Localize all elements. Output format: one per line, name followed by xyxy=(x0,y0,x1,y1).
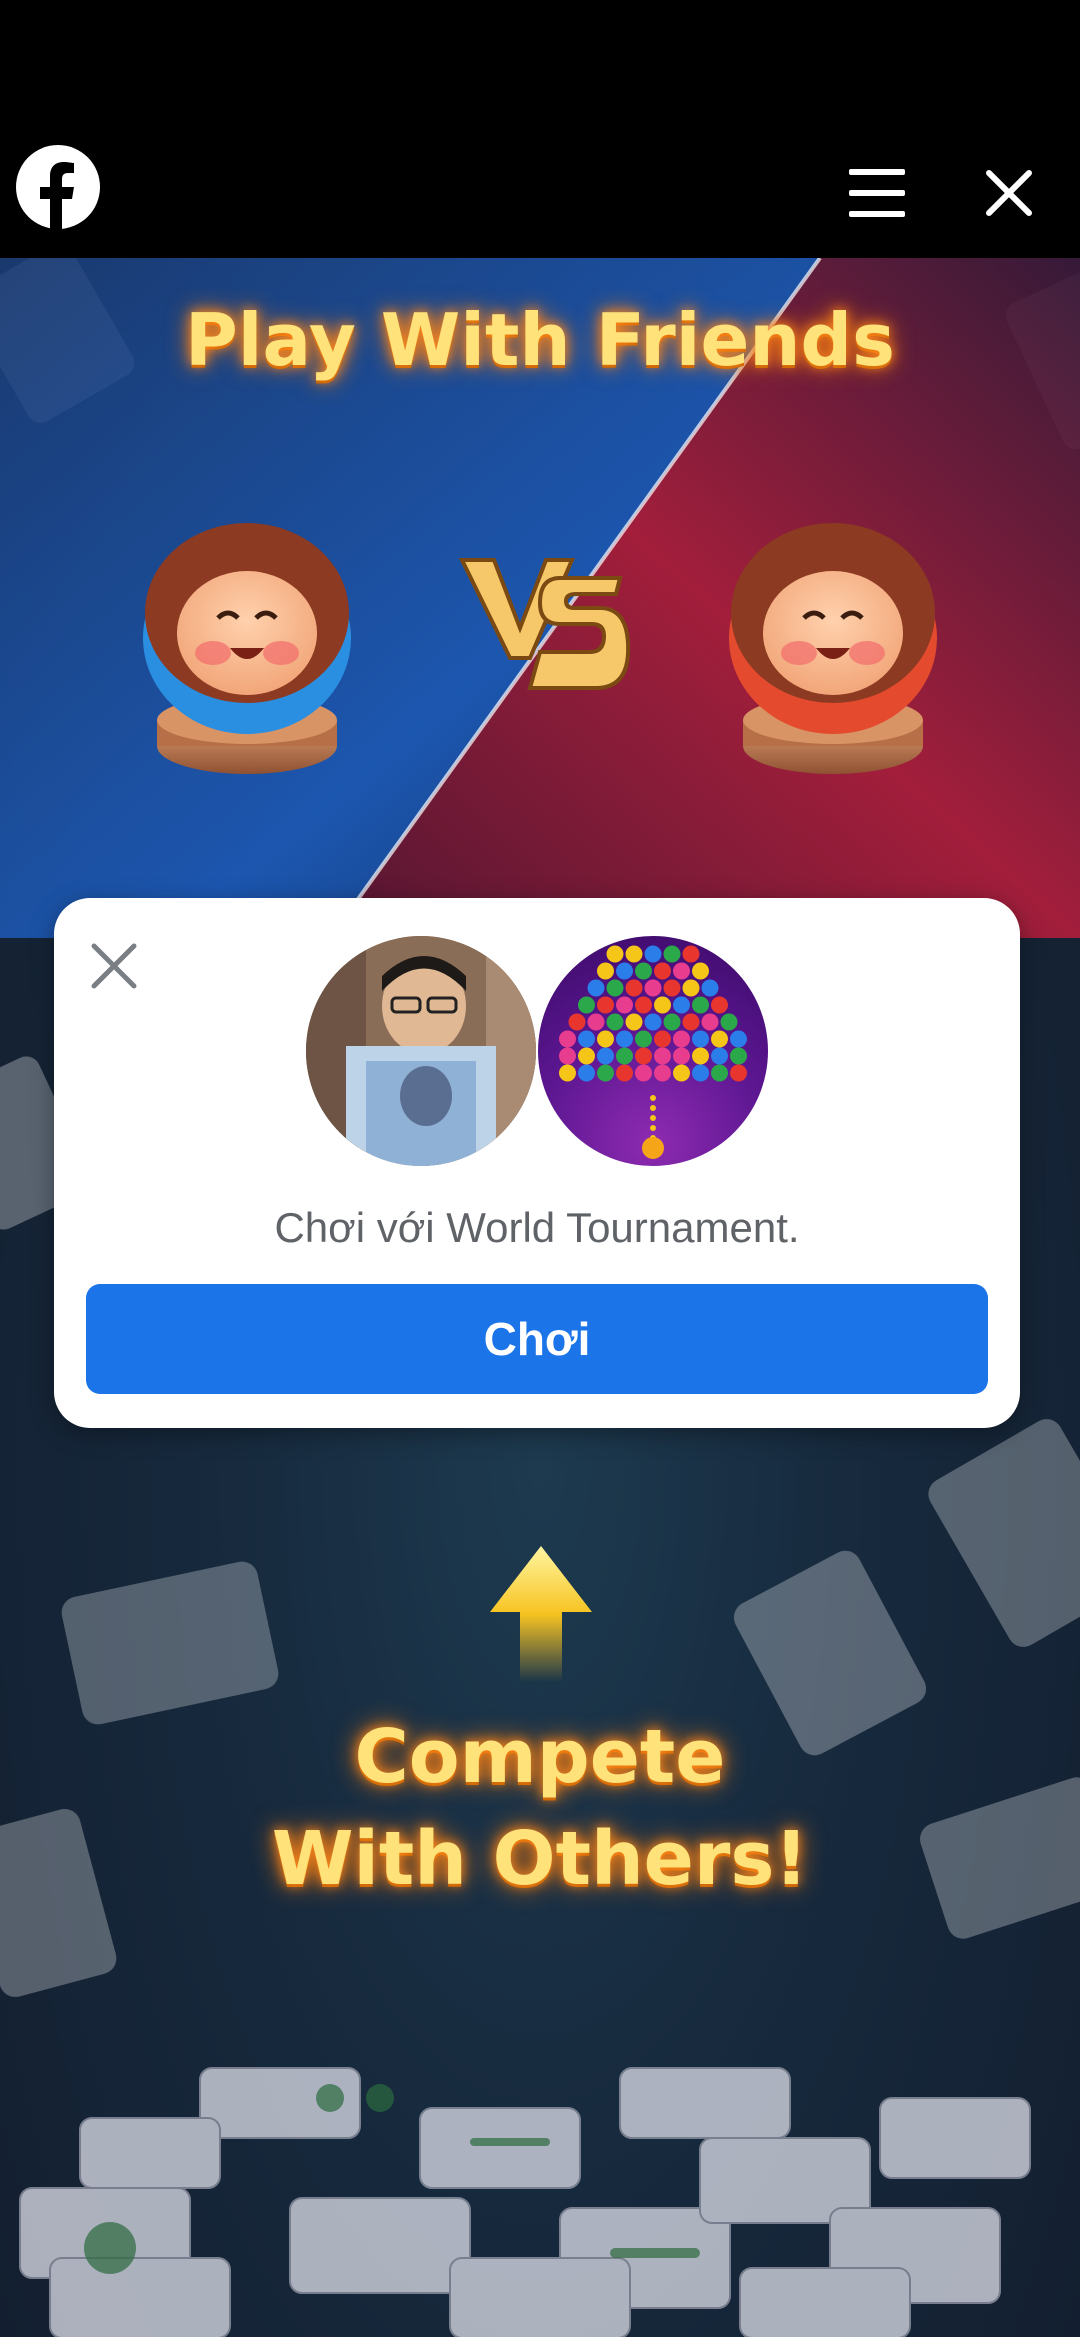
bubble xyxy=(635,1047,652,1065)
bubble xyxy=(654,1030,671,1048)
bubble xyxy=(654,996,671,1014)
bubble xyxy=(682,945,700,963)
bubble xyxy=(644,1013,662,1031)
bubble xyxy=(692,962,709,980)
bubble xyxy=(616,1064,633,1082)
bubble xyxy=(730,1047,747,1065)
bubble xyxy=(720,1013,738,1031)
bubble xyxy=(606,979,624,997)
shooter-bubble xyxy=(642,1137,664,1159)
bubble xyxy=(692,996,709,1014)
bubble xyxy=(597,1047,614,1065)
bubble xyxy=(673,962,690,980)
compete-line-2: With Others! xyxy=(271,1816,809,1902)
person-photo-icon xyxy=(306,936,536,1166)
bubble xyxy=(711,1030,728,1048)
bubble xyxy=(673,1047,690,1065)
aim-dot xyxy=(650,1105,656,1111)
mahjong-tile-pile xyxy=(19,2067,1031,2337)
bubble xyxy=(654,962,671,980)
bubble xyxy=(568,1013,586,1031)
bubble xyxy=(654,1064,671,1082)
aim-dot xyxy=(650,1125,656,1131)
aim-dot xyxy=(650,1095,656,1101)
bubble xyxy=(635,1064,652,1082)
play-invite-dialog: Chơi với World Tournament. Chơi xyxy=(54,898,1020,1428)
compete-banner: Compete With Others! xyxy=(0,1706,1080,1910)
bubble xyxy=(644,945,662,963)
bubble xyxy=(559,1030,576,1048)
bubble xyxy=(654,1047,671,1065)
arrow-up-icon xyxy=(490,1546,592,1682)
bubble xyxy=(597,962,614,980)
bubble xyxy=(587,979,605,997)
bubble xyxy=(559,1064,576,1082)
bubble xyxy=(616,1047,633,1065)
bubble xyxy=(616,962,633,980)
bubble xyxy=(673,996,690,1014)
bubble xyxy=(606,1013,624,1031)
bubble xyxy=(578,996,595,1014)
bubble xyxy=(692,1047,709,1065)
bubble xyxy=(701,979,719,997)
hamburger-menu-icon[interactable] xyxy=(845,163,909,223)
bubble xyxy=(587,1013,605,1031)
bubble xyxy=(635,996,652,1014)
bubble xyxy=(663,1013,681,1031)
bubble xyxy=(673,1064,690,1082)
bubble xyxy=(682,1013,700,1031)
dialog-message: Chơi với World Tournament. xyxy=(274,1204,800,1251)
bubble xyxy=(644,979,662,997)
bubble xyxy=(635,962,652,980)
compete-line-1: Compete xyxy=(354,1714,726,1800)
close-icon[interactable] xyxy=(88,940,140,992)
bubble xyxy=(559,1047,576,1065)
bubble xyxy=(673,1030,690,1048)
bubble xyxy=(606,945,624,963)
bubble-grid xyxy=(559,945,747,1159)
bubble xyxy=(663,945,681,963)
bubble xyxy=(635,1030,652,1048)
bubble xyxy=(701,1013,719,1031)
bubble xyxy=(625,1013,643,1031)
bubble xyxy=(730,1030,747,1048)
bubble xyxy=(711,1047,728,1065)
top-bar xyxy=(0,0,1080,258)
bubble xyxy=(625,945,643,963)
bubble xyxy=(578,1030,595,1048)
game-title: Play With Friends xyxy=(185,298,895,382)
bubble xyxy=(682,979,700,997)
bubble xyxy=(578,1047,595,1065)
user-avatar xyxy=(306,936,536,1166)
bubble xyxy=(616,996,633,1014)
bubble xyxy=(711,996,728,1014)
bubble xyxy=(597,1030,614,1048)
aim-dot xyxy=(650,1115,656,1121)
bubble xyxy=(625,979,643,997)
bubble xyxy=(597,1064,614,1082)
bubble xyxy=(711,1064,728,1082)
bubble-shooter-game-icon xyxy=(538,936,768,1166)
facebook-logo-icon[interactable] xyxy=(14,143,102,231)
bubble xyxy=(730,1064,747,1082)
close-icon[interactable] xyxy=(983,167,1035,219)
bubble xyxy=(692,1064,709,1082)
bubble xyxy=(692,1030,709,1048)
play-button[interactable]: Chơi xyxy=(86,1284,988,1394)
bubble xyxy=(578,1064,595,1082)
bubble xyxy=(616,1030,633,1048)
bubble xyxy=(597,996,614,1014)
bubble xyxy=(663,979,681,997)
